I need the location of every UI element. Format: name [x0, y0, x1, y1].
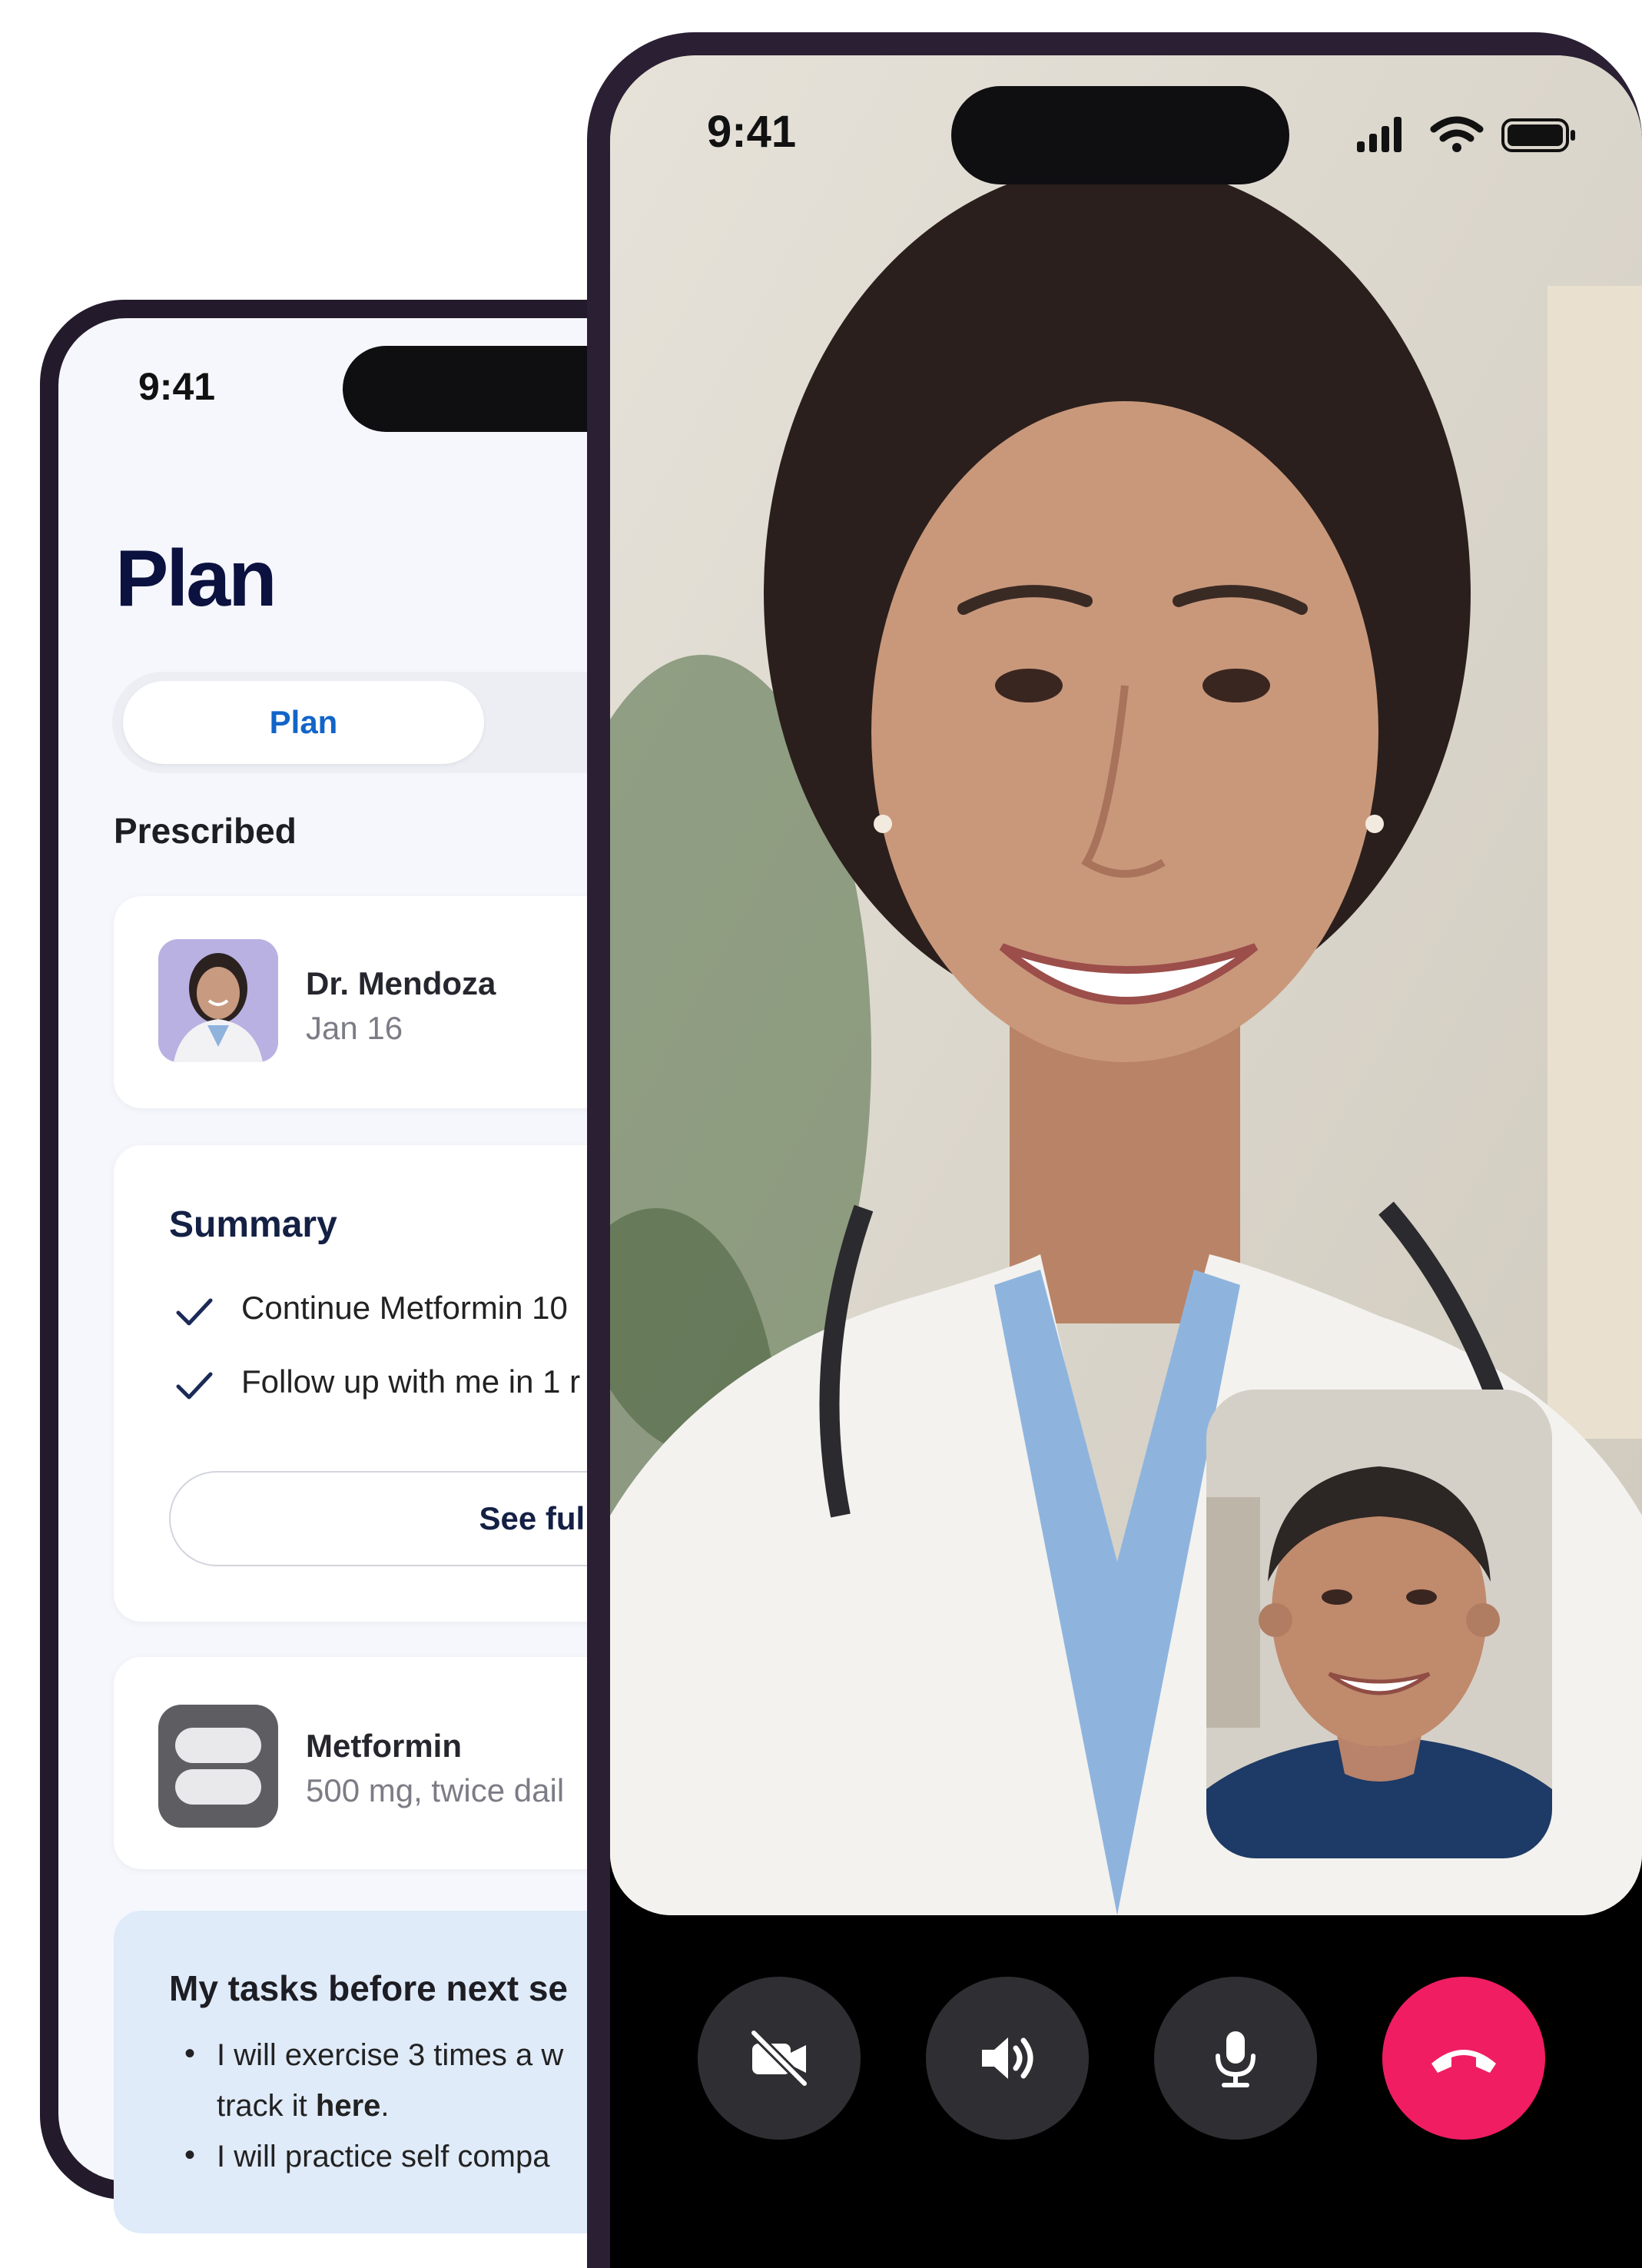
phone-hangup-icon	[1431, 2050, 1496, 2073]
video-call-screen: 9:41	[610, 55, 1642, 2268]
status-time: 9:41	[138, 365, 216, 408]
task-item-continuation: track it here.	[217, 2089, 390, 2124]
microphone-icon	[1216, 2031, 1256, 2087]
medication-dose: 500 mg, twice dail	[306, 1772, 565, 1808]
tab-plan[interactable]: Plan	[123, 681, 484, 764]
pill-icon	[158, 1705, 278, 1828]
patient-video-image	[1206, 1390, 1552, 1858]
microphone-button[interactable]	[1154, 1977, 1317, 2140]
speaker-button[interactable]	[926, 1977, 1089, 2140]
battery-icon	[1501, 118, 1575, 152]
camera-toggle-button[interactable]	[698, 1977, 861, 2140]
doctor-avatar	[158, 939, 278, 1062]
dynamic-island	[951, 86, 1289, 184]
remote-video: 9:41	[610, 55, 1642, 1915]
task-item: I will exercise 3 times a w	[217, 2038, 564, 2072]
tracker-link[interactable]: here	[316, 2089, 381, 2123]
section-heading-prescribed: Prescribed	[114, 811, 297, 851]
summary-heading: Summary	[169, 1204, 337, 1245]
check-icon	[176, 1298, 213, 1326]
task-text: track it	[217, 2089, 316, 2123]
task-item: I will practice self compa	[217, 2140, 550, 2173]
video-off-icon	[750, 2029, 808, 2087]
doctor-date: Jan 16	[306, 1010, 403, 1046]
bullet: •	[184, 2037, 196, 2070]
check-icon	[176, 1372, 213, 1400]
summary-item: Continue Metformin 10	[241, 1290, 568, 1326]
tasks-heading: My tasks before next se	[169, 1968, 569, 2008]
page-title: Plan	[115, 534, 277, 623]
summary-item: Follow up with me in 1 r	[241, 1363, 581, 1400]
status-icons	[1357, 116, 1575, 152]
medication-name: Metformin	[306, 1728, 462, 1764]
signal-icon	[1357, 117, 1402, 152]
bullet: •	[184, 2138, 196, 2172]
doctor-name: Dr. Mendoza	[306, 965, 496, 1001]
wifi-icon	[1430, 116, 1484, 152]
end-call-button[interactable]	[1382, 1977, 1545, 2140]
task-text: .	[380, 2089, 390, 2123]
speaker-icon	[982, 2037, 1033, 2079]
self-video-pip[interactable]	[1206, 1390, 1552, 1858]
status-time: 9:41	[707, 107, 797, 157]
